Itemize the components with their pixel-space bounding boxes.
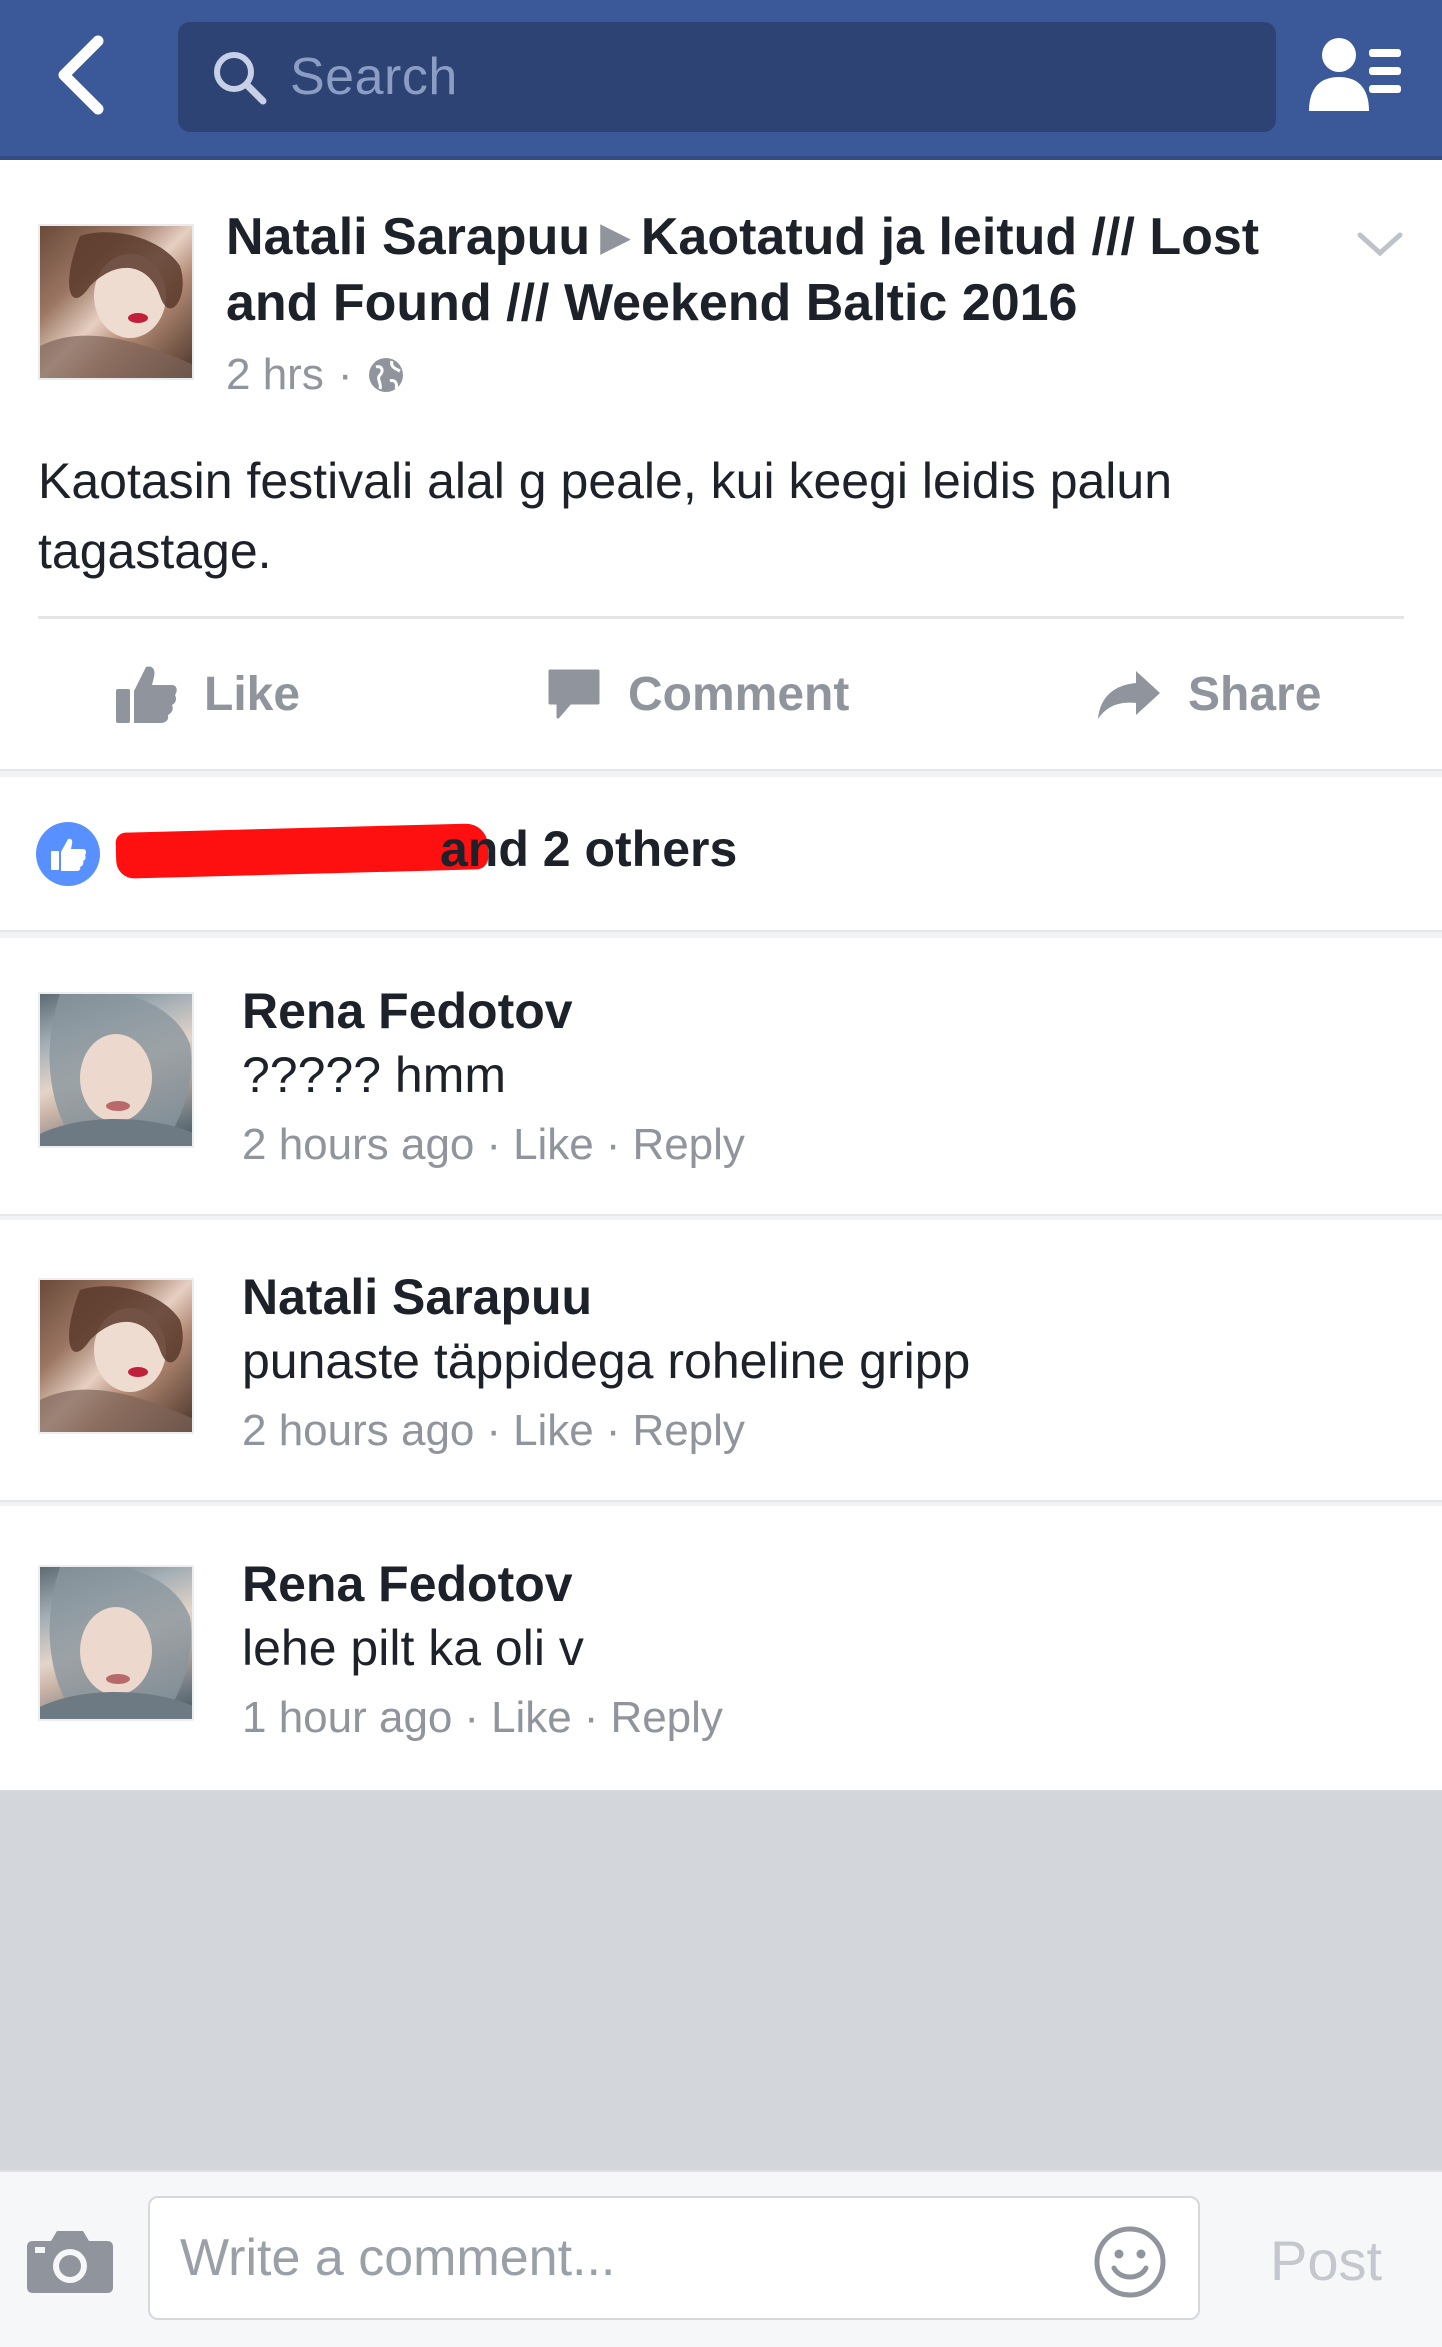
comment-author[interactable]: Rena Fedotov — [242, 1555, 573, 1613]
thumbs-up-icon — [114, 663, 178, 725]
avatar[interactable] — [38, 224, 194, 380]
comment-reply-link[interactable]: Reply — [632, 1120, 745, 1170]
reactions-summary[interactable]: and 2 others — [0, 784, 1442, 934]
share-button[interactable]: Share — [1096, 619, 1321, 769]
search-icon — [210, 48, 268, 106]
camera-icon — [27, 2231, 113, 2293]
comment-separator — [0, 1500, 1442, 1506]
comment-separator — [0, 1214, 1442, 1220]
comment-meta: 2 hours ago · Like · Reply — [242, 1406, 745, 1456]
camera-button[interactable] — [24, 2222, 116, 2298]
comment-item: Rena Fedotov ????? hmm 2 hours ago · Lik… — [0, 940, 1442, 1226]
emoji-button[interactable] — [1090, 2222, 1170, 2302]
search-bar[interactable]: Search — [178, 22, 1276, 132]
separator-dot: · — [486, 1120, 502, 1169]
globe-icon — [366, 355, 406, 395]
comment-input[interactable] — [148, 2196, 1200, 2320]
comment-time: 2 hours ago — [242, 1406, 475, 1455]
separator-dot: · — [605, 1406, 621, 1455]
comment-meta: 2 hours ago · Like · Reply — [242, 1120, 745, 1170]
avatar[interactable] — [38, 992, 194, 1148]
comment-like-link[interactable]: Like — [513, 1406, 594, 1456]
comment-time: 1 hour ago — [242, 1693, 453, 1742]
share-arrow-icon — [1096, 667, 1162, 721]
avatar[interactable] — [38, 1278, 194, 1434]
comment-button[interactable]: Comment — [546, 619, 849, 769]
like-button[interactable]: Like — [114, 619, 300, 769]
post-time[interactable]: 2 hrs — [226, 350, 324, 400]
separator-dot: · — [337, 350, 353, 399]
separator-dot: · — [486, 1406, 502, 1455]
comment-time: 2 hours ago — [242, 1120, 475, 1169]
chevron-down-icon — [1357, 232, 1403, 257]
separator-dot: · — [605, 1120, 621, 1169]
redacted-name — [115, 823, 489, 879]
comment-item: Natali Sarapuu punaste täppidega rohelin… — [0, 1226, 1442, 1512]
comment-composer: Post — [0, 2170, 1442, 2347]
back-button[interactable] — [40, 30, 120, 120]
comment-label: Comment — [628, 667, 850, 721]
like-label: Like — [204, 667, 301, 721]
reactions-text: and 2 others — [440, 821, 738, 877]
friends-list-icon — [1309, 38, 1401, 111]
comment-text: punaste täppidega roheline gripp — [242, 1333, 971, 1389]
comment-like-link[interactable]: Like — [491, 1693, 572, 1743]
comment-text: lehe pilt ka oli v — [242, 1620, 584, 1676]
post-actions: Like Comment Share — [0, 619, 1442, 769]
friend-requests-button[interactable] — [1300, 30, 1410, 120]
smiley-icon — [1094, 2226, 1166, 2298]
like-reaction-icon — [36, 822, 100, 886]
speech-bubble-icon — [546, 667, 602, 721]
post-title: Natali Sarapuu ▶ Kaotatud ja leitud /// Lo… — [226, 204, 1306, 336]
triangle-right-icon: ▶ — [600, 215, 631, 259]
post-meta: 2 hrs · — [226, 350, 406, 400]
comment-author[interactable]: Rena Fedotov — [242, 982, 573, 1040]
post-button[interactable]: Post — [1236, 2220, 1416, 2300]
search-placeholder: Search — [290, 48, 458, 106]
comment-reply-link[interactable]: Reply — [610, 1693, 723, 1743]
comment-like-link[interactable]: Like — [513, 1120, 594, 1170]
comment-item: Rena Fedotov lehe pilt ka oli v 1 hour a… — [0, 1513, 1442, 1799]
section-separator — [0, 769, 1442, 777]
post-body: Kaotasin festivali alal g peale, kui kee… — [38, 453, 1173, 579]
separator-dot: · — [583, 1693, 599, 1742]
comment-reply-link[interactable]: Reply — [632, 1406, 745, 1456]
post-options-button[interactable] — [1350, 214, 1410, 274]
empty-area — [0, 1790, 1442, 2170]
post-author[interactable]: Natali Sarapuu — [226, 208, 590, 266]
top-navbar: Search — [0, 0, 1442, 160]
separator-dot: · — [464, 1693, 480, 1742]
avatar[interactable] — [38, 1565, 194, 1721]
comment-author[interactable]: Natali Sarapuu — [242, 1268, 592, 1326]
comment-text: ????? hmm — [242, 1047, 507, 1103]
share-label: Share — [1188, 667, 1322, 721]
section-separator — [0, 930, 1442, 938]
comment-meta: 1 hour ago · Like · Reply — [242, 1693, 723, 1743]
chevron-left-icon — [58, 35, 104, 115]
